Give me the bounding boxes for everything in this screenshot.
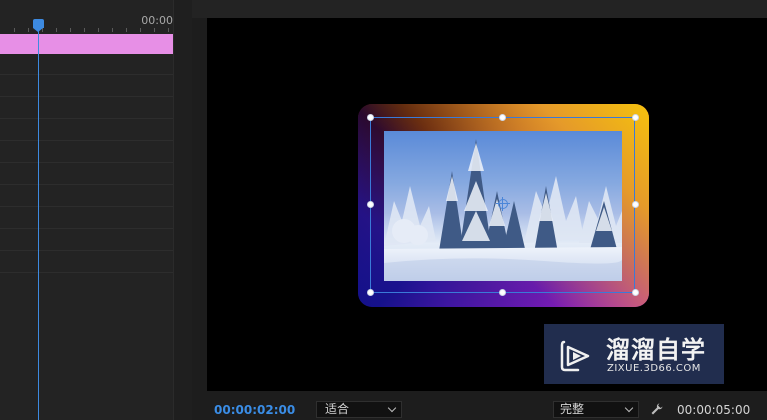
fit-dropdown-value: 适合 bbox=[325, 402, 350, 416]
timeline-panel: 00:00 bbox=[0, 0, 192, 420]
track-divider bbox=[0, 272, 173, 273]
anchor-point-icon[interactable] bbox=[496, 197, 510, 211]
track-divider bbox=[0, 74, 173, 75]
chevron-down-icon bbox=[387, 403, 397, 413]
watermark-title: 溜溜自学 bbox=[606, 336, 706, 364]
watermark-overlay: 溜溜自学 ZIXUE.3D66.COM bbox=[544, 324, 724, 384]
track-divider bbox=[0, 228, 173, 229]
transform-handle-left[interactable] bbox=[367, 201, 374, 208]
transform-handle-bottom-right[interactable] bbox=[632, 289, 639, 296]
timeline-clip[interactable] bbox=[0, 34, 173, 54]
track-divider bbox=[0, 250, 173, 251]
transform-handle-top-right[interactable] bbox=[632, 114, 639, 121]
current-timecode[interactable]: 00:00:02:00 bbox=[214, 403, 295, 417]
track-divider bbox=[0, 162, 173, 163]
chevron-down-icon bbox=[624, 403, 634, 413]
monitor-topbar bbox=[192, 0, 767, 18]
track-divider bbox=[0, 140, 173, 141]
playhead-line[interactable] bbox=[38, 24, 39, 420]
ruler-time-label: 00:00 bbox=[141, 14, 173, 27]
watermark-url: ZIXUE.3D66.COM bbox=[607, 363, 701, 374]
duration-timecode: 00:00:05:00 bbox=[677, 403, 751, 417]
time-ruler[interactable]: 00:00 bbox=[0, 0, 173, 32]
playhead-marker[interactable] bbox=[33, 19, 44, 32]
track-divider bbox=[0, 96, 173, 97]
play-logo-icon bbox=[560, 340, 590, 372]
track-divider bbox=[0, 206, 173, 207]
transform-handle-top-left[interactable] bbox=[367, 114, 374, 121]
track-divider bbox=[0, 118, 173, 119]
wrench-icon[interactable] bbox=[650, 401, 664, 415]
transform-handle-top[interactable] bbox=[499, 114, 506, 121]
quality-dropdown[interactable]: 完整 bbox=[553, 401, 639, 418]
track-divider bbox=[0, 184, 173, 185]
quality-dropdown-value: 完整 bbox=[560, 402, 585, 416]
fit-dropdown[interactable]: 适合 bbox=[316, 401, 402, 418]
transform-handle-right[interactable] bbox=[632, 201, 639, 208]
timeline-scrollbar[interactable] bbox=[173, 0, 192, 420]
transform-handle-bottom[interactable] bbox=[499, 289, 506, 296]
transform-handle-bottom-left[interactable] bbox=[367, 289, 374, 296]
app-window: 00:00 00:00:02:00 适合 完整 00:00:05:00 溜溜自学… bbox=[0, 0, 767, 420]
